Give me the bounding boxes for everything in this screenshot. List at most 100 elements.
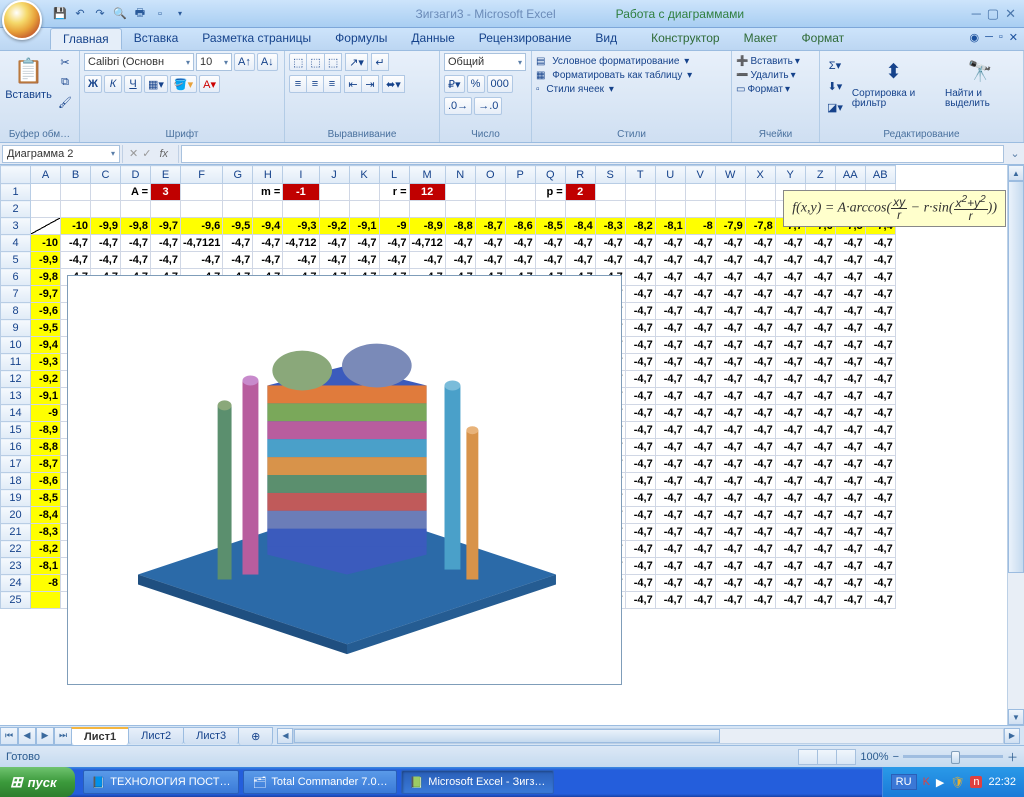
close-doc-icon[interactable]: ✕ <box>1009 31 1018 47</box>
preview-icon[interactable]: 🔍 <box>112 6 128 22</box>
indent-dec-icon[interactable]: ⇤ <box>344 75 362 93</box>
wrap-text-icon[interactable]: ↵ <box>371 53 389 71</box>
tab-data[interactable]: Данные <box>399 28 466 50</box>
indent-inc-icon[interactable]: ⇥ <box>361 75 379 93</box>
orientation-icon[interactable]: ↗▾ <box>345 53 368 71</box>
zoom-in-icon[interactable]: ＋ <box>1007 749 1018 765</box>
align-left-icon[interactable]: ≡ <box>289 75 307 93</box>
underline-button[interactable]: Ч <box>124 75 142 93</box>
table-format-button[interactable]: ▦ Форматировать как таблицу ▾ <box>536 70 692 81</box>
formatpainter-icon[interactable]: 🖌 <box>55 93 75 111</box>
shrink-font-icon[interactable]: A↓ <box>257 53 278 71</box>
grow-font-icon[interactable]: A↑ <box>234 53 255 71</box>
comma-icon[interactable]: 000 <box>487 75 513 93</box>
clock[interactable]: 22:32 <box>988 776 1016 788</box>
taskbar-item[interactable]: 🗂Total Commander 7.0… <box>243 770 396 794</box>
zoom-out-icon[interactable]: − <box>893 751 899 763</box>
number-format-combo[interactable]: Общий▾ <box>444 53 526 71</box>
pagebreak-view-icon[interactable] <box>836 749 856 765</box>
find-select-button[interactable]: 🔭 Найти и выделить <box>941 53 1019 111</box>
font-name-combo[interactable]: Calibri (Основн▾ <box>84 53 194 71</box>
language-indicator[interactable]: RU <box>891 774 917 790</box>
paste-button[interactable]: 📋 Вставить <box>4 53 53 103</box>
taskbar-item[interactable]: 📗Microsoft Excel - Зигз… <box>401 770 555 794</box>
tray-icon[interactable]: ▶ <box>936 776 944 789</box>
align-mid-icon[interactable]: ⬚ <box>306 53 324 71</box>
cell-styles-button[interactable]: ▫ Стили ячеек ▾ <box>536 84 614 95</box>
align-center-icon[interactable]: ≡ <box>306 75 324 93</box>
align-right-icon[interactable]: ≡ <box>323 75 341 93</box>
tray-icon[interactable]: 🛡 <box>950 776 964 789</box>
tab-view[interactable]: Вид <box>583 28 629 50</box>
restore-doc-icon[interactable]: ▫ <box>999 31 1003 47</box>
minimize-doc-icon[interactable]: ─ <box>985 31 993 47</box>
font-color-button[interactable]: A▾ <box>199 75 220 93</box>
currency-icon[interactable]: ₽▾ <box>444 75 465 93</box>
inc-dec-icon[interactable]: .0→ <box>444 97 472 115</box>
new-sheet-icon[interactable]: ⊕ <box>238 727 273 745</box>
enter-fx-icon[interactable]: ✓ <box>142 147 151 160</box>
help-icon[interactable]: ◉ <box>969 31 979 47</box>
format-cells-button[interactable]: ▭Формат▾ <box>736 84 790 95</box>
font-size-combo[interactable]: 10▾ <box>196 53 232 71</box>
formula-bar[interactable] <box>181 145 1004 163</box>
tab-layout[interactable]: Разметка страницы <box>190 28 323 50</box>
tab-home[interactable]: Главная <box>50 28 122 50</box>
vertical-scrollbar[interactable]: ▲ ▼ <box>1007 165 1024 725</box>
tab-review[interactable]: Рецензирование <box>467 28 584 50</box>
sheet-tab-1[interactable]: Лист1 <box>71 727 129 745</box>
tray-icon[interactable]: n <box>970 776 982 788</box>
expand-fbar-icon[interactable]: ⌄ <box>1006 147 1024 160</box>
cond-format-button[interactable]: ▤ Условное форматирование ▾ <box>536 56 689 67</box>
name-box[interactable]: Диаграмма 2▾ <box>2 145 120 163</box>
tab-design[interactable]: Конструктор <box>639 28 731 50</box>
cut-icon[interactable]: ✂ <box>55 53 75 71</box>
border-button[interactable]: ▦▾ <box>144 75 168 93</box>
next-sheet-icon[interactable]: ▶ <box>36 727 54 745</box>
bold-button[interactable]: Ж <box>84 75 102 93</box>
clear-icon[interactable]: ◪▾ <box>824 98 846 116</box>
close-icon[interactable]: ✕ <box>1005 6 1016 22</box>
print-icon[interactable]: 🖶 <box>132 6 148 22</box>
fill-icon[interactable]: ⬇▾ <box>824 77 846 95</box>
zoom-slider[interactable] <box>903 755 1003 758</box>
save-icon[interactable]: 💾 <box>52 6 68 22</box>
italic-button[interactable]: К <box>104 75 122 93</box>
sheet-tab-3[interactable]: Лист3 <box>183 727 239 744</box>
redo-icon[interactable]: ↷ <box>92 6 108 22</box>
office-button[interactable] <box>2 0 42 40</box>
zoom-level[interactable]: 100% <box>860 751 888 763</box>
horizontal-scrollbar[interactable] <box>293 728 1004 744</box>
last-sheet-icon[interactable]: ⏭ <box>54 727 72 745</box>
start-button[interactable]: ⊞ пуск <box>0 767 75 797</box>
tab-formulas[interactable]: Формулы <box>323 28 399 50</box>
minimize-icon[interactable]: ─ <box>972 6 981 22</box>
pagelayout-view-icon[interactable] <box>817 749 837 765</box>
scroll-down-icon[interactable]: ▼ <box>1008 709 1024 725</box>
tab-format[interactable]: Формат <box>790 28 857 50</box>
merge-icon[interactable]: ⬌▾ <box>382 75 405 93</box>
autosum-icon[interactable]: Σ▾ <box>824 56 846 74</box>
fx-icon[interactable]: fx <box>155 148 172 160</box>
chart-object[interactable] <box>67 275 622 685</box>
maximize-icon[interactable]: ▢ <box>987 6 999 22</box>
new-icon[interactable]: ▫ <box>152 6 168 22</box>
normal-view-icon[interactable] <box>798 749 818 765</box>
percent-icon[interactable]: % <box>467 75 485 93</box>
scroll-thumb[interactable] <box>1008 181 1024 573</box>
scroll-right-icon[interactable]: ▶ <box>1004 728 1020 744</box>
copy-icon[interactable]: ⧉ <box>55 73 75 91</box>
first-sheet-icon[interactable]: ⏮ <box>0 727 18 745</box>
tab-insert[interactable]: Вставка <box>122 28 191 50</box>
scroll-left-icon[interactable]: ◀ <box>277 728 293 744</box>
scroll-up-icon[interactable]: ▲ <box>1008 165 1024 181</box>
sheet-tab-2[interactable]: Лист2 <box>128 727 184 744</box>
cancel-fx-icon[interactable]: ✕ <box>129 147 138 160</box>
dec-dec-icon[interactable]: →.0 <box>474 97 502 115</box>
tray-icon[interactable]: K <box>923 776 930 788</box>
align-bot-icon[interactable]: ⬚ <box>324 53 342 71</box>
delete-cells-button[interactable]: ➖Удалить▾ <box>736 70 796 81</box>
undo-icon[interactable]: ↶ <box>72 6 88 22</box>
taskbar-item[interactable]: 📘ТЕХНОЛОГИЯ ПОСТ… <box>83 770 240 794</box>
fill-color-button[interactable]: 🪣▾ <box>170 75 197 93</box>
